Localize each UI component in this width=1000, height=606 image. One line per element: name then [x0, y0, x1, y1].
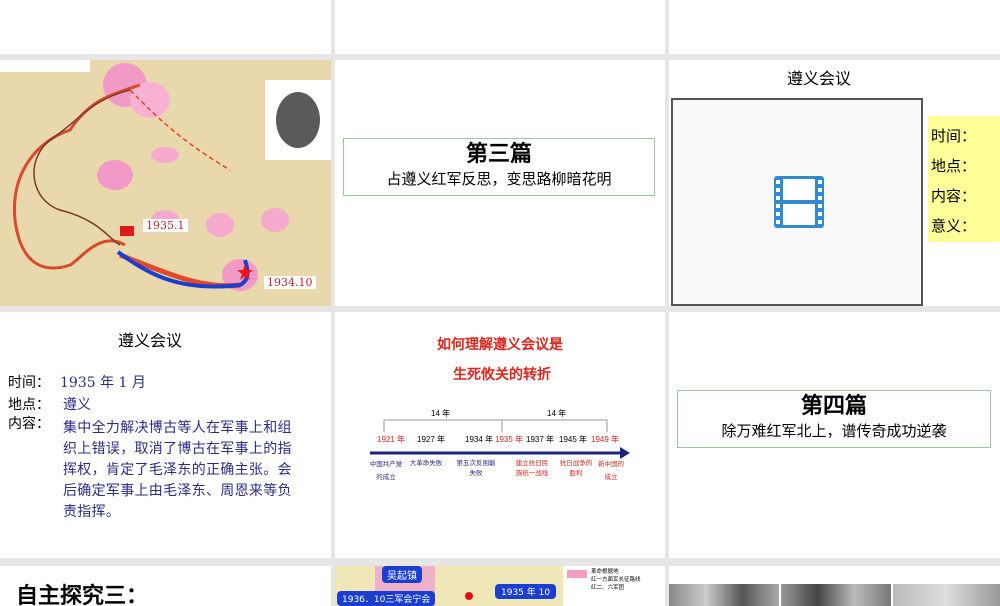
flag-icon [120, 226, 134, 236]
section-title: 第三篇 [465, 141, 532, 167]
callout-wuqizhen: 吴起镇 [382, 566, 422, 583]
event-1945: 抗日战争的胜利 [559, 459, 593, 477]
photo-1 [669, 584, 779, 606]
callout-huining: 1936．10三军会宁会 [337, 591, 436, 606]
section-subtitle: 除万难红军北上，谱传奇成功逆袭 [721, 422, 947, 440]
span-label-2: 14 年 [547, 409, 567, 418]
slide-thumbnail-inquiry-three[interactable]: 自主探究三： [0, 566, 331, 606]
slide-thumbnail-part-four[interactable]: 第四篇 除万难红军北上，谱传奇成功逆袭 [669, 312, 1000, 558]
video-placeholder[interactable] [671, 98, 923, 306]
slide-title: 遵义会议 [117, 331, 182, 350]
content-value: 集中全力解决博古等人在军事上和组织上错误，取消了博古在军事上的指挥权，肯定了毛泽… [63, 420, 292, 520]
event-1921: 中国共产党的成立 [369, 460, 403, 481]
label-place: 地点： [931, 157, 977, 175]
time-label: 时间： [8, 375, 50, 391]
legend-second-sixth: 红二、六军团 [591, 585, 625, 591]
label-significance: 意义： [931, 217, 977, 235]
slide-title: 自主探究三： [16, 584, 149, 606]
year-1921: 1921 年 [377, 435, 406, 444]
slide-thumbnail-photos[interactable] [669, 566, 1000, 606]
slide-thumbnail-prev-3[interactable] [669, 0, 1000, 54]
content-label: 内容： [8, 416, 50, 432]
year-1935: 1935 年 [495, 435, 524, 444]
year-1949: 1949 年 [591, 435, 620, 444]
event-1927: 大革命失败 [409, 459, 443, 467]
section-title-box: 第三篇 占遵义红军反思，变思路柳暗花明 [343, 138, 655, 196]
photo-2 [781, 584, 891, 606]
event-1934: 第五次反围剿失败 [456, 459, 496, 477]
place-label: 地点： [8, 397, 50, 413]
slide-thumbnail-zunyi-details[interactable]: 遵义会议 时间： 1935 年 1 月 地点： 遵义 内容： 集中全力解决博古等… [0, 312, 331, 558]
slide-thumbnail-prev-1[interactable] [0, 0, 331, 54]
year-1927: 1927 年 [417, 435, 446, 444]
time-value: 1935 年 1 月 [60, 375, 146, 391]
year-1934: 1934 年 [465, 435, 494, 444]
slide-thumbnail-prev-2[interactable] [335, 0, 665, 54]
legend-base-area: 革命根据地 [591, 569, 619, 575]
slide-thumbnail-route-map[interactable]: 革命根据地 红一方面军长征路线 红二、六军团 吴起镇 1936．10三军会宁会 … [335, 566, 665, 606]
section-title-box: 第四篇 除万难红军北上，谱传奇成功逆袭 [677, 390, 991, 448]
slide-thumbnail-timeline[interactable]: 如何理解遵义会议是 生死攸关的转折 14 年 14 年 1921 年 1927 … [335, 312, 665, 558]
slide-title: 遵义会议 [786, 69, 851, 88]
map-label-start: 1934.10 [264, 276, 316, 289]
slide-thumbnail-part-three[interactable]: 第三篇 占遵义红军反思，变思路柳暗花明 [335, 60, 665, 306]
photo-3 [893, 584, 1000, 606]
section-title: 第四篇 [800, 393, 867, 419]
callout-1935: 1935 年 10 [495, 584, 557, 599]
film-icon [774, 176, 824, 228]
event-1937: 建立抗日民族统一战线 [515, 459, 549, 477]
slide-thumbnail-zunyi-video[interactable]: 遵义会议 时间： 地点： 内容： 意义： [669, 60, 1000, 306]
label-time: 时间： [931, 127, 977, 145]
legend-first-army: 红一方面军长征路线 [591, 577, 641, 583]
long-march-map [0, 60, 331, 306]
label-content: 内容： [931, 187, 977, 205]
place-value: 遵义 [63, 397, 91, 413]
year-1937: 1937 年 [526, 435, 555, 444]
info-labels-box: 时间： 地点： 内容： 意义： [928, 116, 1000, 242]
span-label-1: 14 年 [431, 409, 451, 418]
section-subtitle: 占遵义红军反思，变思路柳暗花明 [386, 170, 612, 188]
event-1949: 新中国的成立 [598, 460, 624, 481]
slide-thumbnail-long-march-map[interactable]: 1935.1 1934.10 [0, 60, 331, 306]
year-1945: 1945 年 [559, 435, 588, 444]
map-label-zunyi: 1935.1 [143, 219, 188, 232]
